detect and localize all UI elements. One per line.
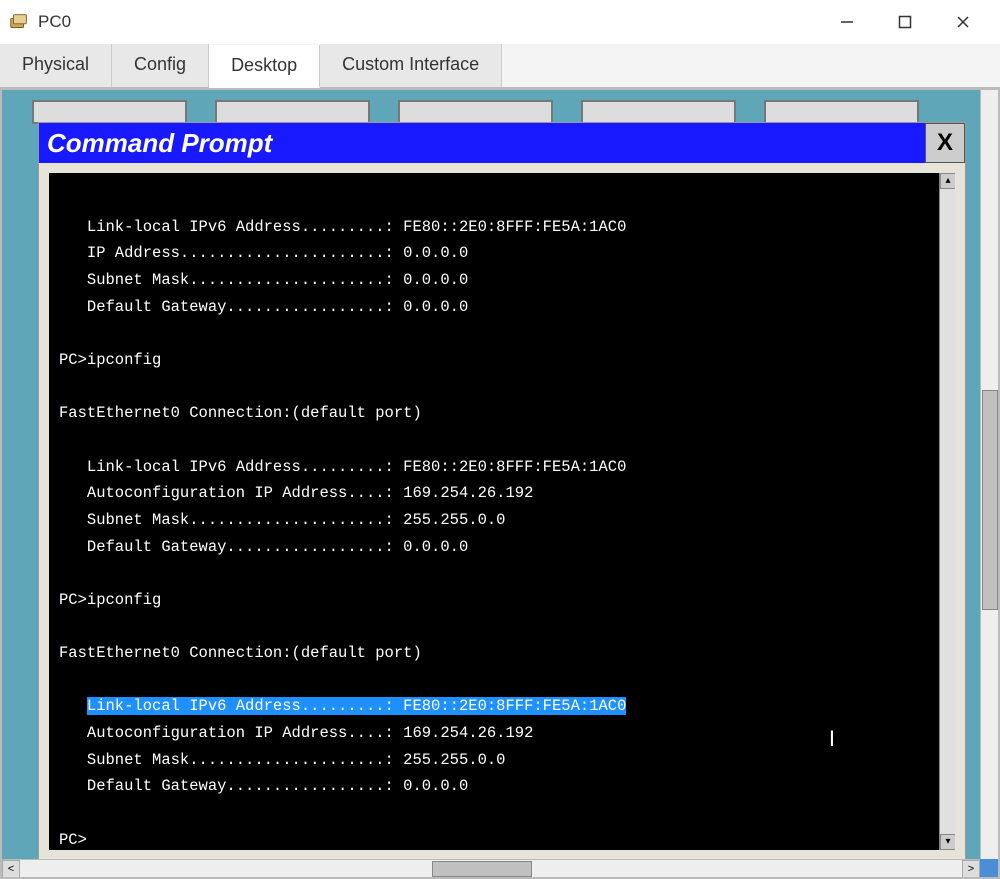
titlebar: PC0 [0,0,1000,44]
desktop-icon[interactable] [215,100,370,124]
command-prompt-window: Command Prompt X Link-local IPv6 Address… [38,122,966,861]
scrollbar-thumb[interactable] [982,390,998,610]
scroll-left-icon[interactable]: < [2,860,20,878]
desktop-icon[interactable] [398,100,553,124]
scrollbar-corner [980,859,998,877]
scroll-right-icon[interactable]: > [962,860,980,878]
app-icon [8,11,30,33]
desktop-icon[interactable] [764,100,919,124]
command-prompt-titlebar[interactable]: Command Prompt X [39,123,965,163]
tab-config[interactable]: Config [112,44,209,87]
terminal-wrapper: Link-local IPv6 Address.........: FE80::… [49,173,955,850]
outer-vertical-scrollbar[interactable] [980,90,998,861]
outer-horizontal-scrollbar[interactable]: < > [2,859,998,877]
tab-custom-interface[interactable]: Custom Interface [320,44,502,87]
minimize-button[interactable] [818,3,876,41]
scroll-up-icon[interactable]: ▴ [940,173,955,189]
text-cursor-icon: I [829,726,835,752]
desktop-icon[interactable] [581,100,736,124]
tabs: Physical Config Desktop Custom Interface [0,44,1000,88]
tab-physical[interactable]: Physical [0,44,112,87]
window-controls [818,3,992,41]
desktop-content: Command Prompt X Link-local IPv6 Address… [0,88,1000,879]
maximize-button[interactable] [876,3,934,41]
desktop-icon[interactable] [32,100,187,124]
tab-desktop[interactable]: Desktop [209,45,320,88]
command-prompt-close-button[interactable]: X [925,123,965,163]
terminal-output[interactable]: Link-local IPv6 Address.........: FE80::… [49,173,939,850]
scroll-down-icon[interactable]: ▾ [940,834,955,850]
scrollbar-thumb[interactable] [432,861,532,877]
window-title: PC0 [38,12,818,32]
main-window: PC0 Physical Config Desktop Custom Inter… [0,0,1000,879]
close-button[interactable] [934,3,992,41]
terminal-scrollbar[interactable]: ▴ ▾ [939,173,955,850]
command-prompt-title: Command Prompt [47,128,925,159]
